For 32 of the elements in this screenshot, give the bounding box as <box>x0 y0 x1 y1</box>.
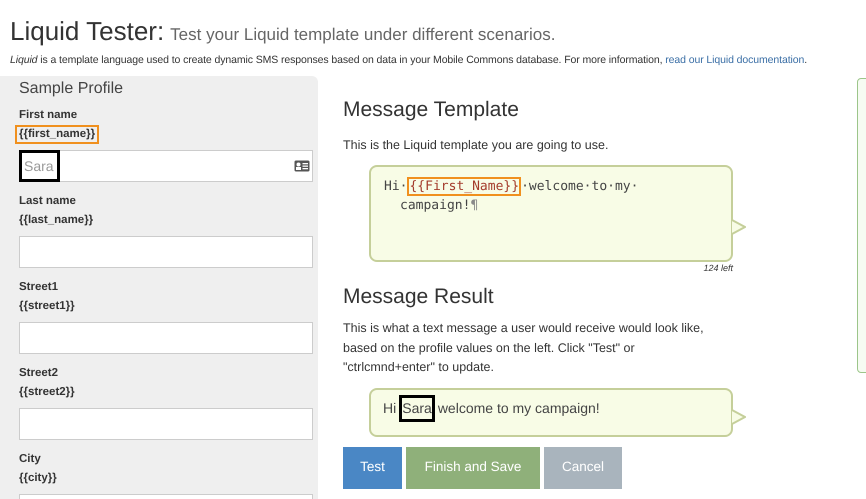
section-description: This is what a text message a user would receive would look like, based on the profile values on the left. Click "Test" or "ctrlcmnd+enter" to update. <box>343 320 705 376</box>
intro-text: Liquid is a template language used to create dynamic SMS responses based on data in your Mobile Commons database. For more information, read our Liquid documentation. <box>10 53 808 68</box>
action-button[interactable]: Finish and Save <box>406 446 540 488</box>
template-editor[interactable]: Hi·{{First_Name}}·welcome·to·my· campaign!¶ <box>369 165 733 262</box>
page-subtitle: Test your Liquid template under different scenarios. <box>170 24 556 46</box>
field-label: Last name <box>19 194 76 209</box>
documentation-link[interactable]: read our Liquid documentation <box>665 54 804 66</box>
message-text: welcome to my campaign! <box>438 398 600 418</box>
action-button[interactable]: Test <box>343 446 402 488</box>
text-field[interactable] <box>19 408 313 440</box>
text-field[interactable]: Sara <box>19 150 313 182</box>
field-label: Street1 <box>19 280 58 295</box>
message-text: Sara <box>399 394 435 422</box>
action-button[interactable]: Cancel <box>544 446 622 488</box>
variable-name: {{last_name}} <box>18 212 94 228</box>
field-label: City <box>19 452 41 467</box>
section-title: Message Result <box>343 284 494 310</box>
variable-name: {{street1}} <box>18 298 76 314</box>
section-description: This is the Liquid template you are going to use. <box>343 137 608 154</box>
variable-name: {{first_name}} <box>15 124 100 144</box>
text-field[interactable] <box>19 322 313 354</box>
text-field[interactable] <box>19 236 313 268</box>
message-text: Hi <box>383 398 396 418</box>
section-title: Message Template <box>343 96 519 123</box>
variable-name: {{street2}} <box>18 384 76 400</box>
bubble-tail-icon <box>731 219 746 235</box>
field-label: First name <box>19 108 78 123</box>
character-counter: 124 left <box>703 262 733 275</box>
variable-name: {{city}} <box>18 470 58 486</box>
page-title: Liquid Tester: <box>10 15 164 48</box>
panel-title: Sample Profile <box>19 78 124 99</box>
field-label: Street2 <box>19 366 58 381</box>
